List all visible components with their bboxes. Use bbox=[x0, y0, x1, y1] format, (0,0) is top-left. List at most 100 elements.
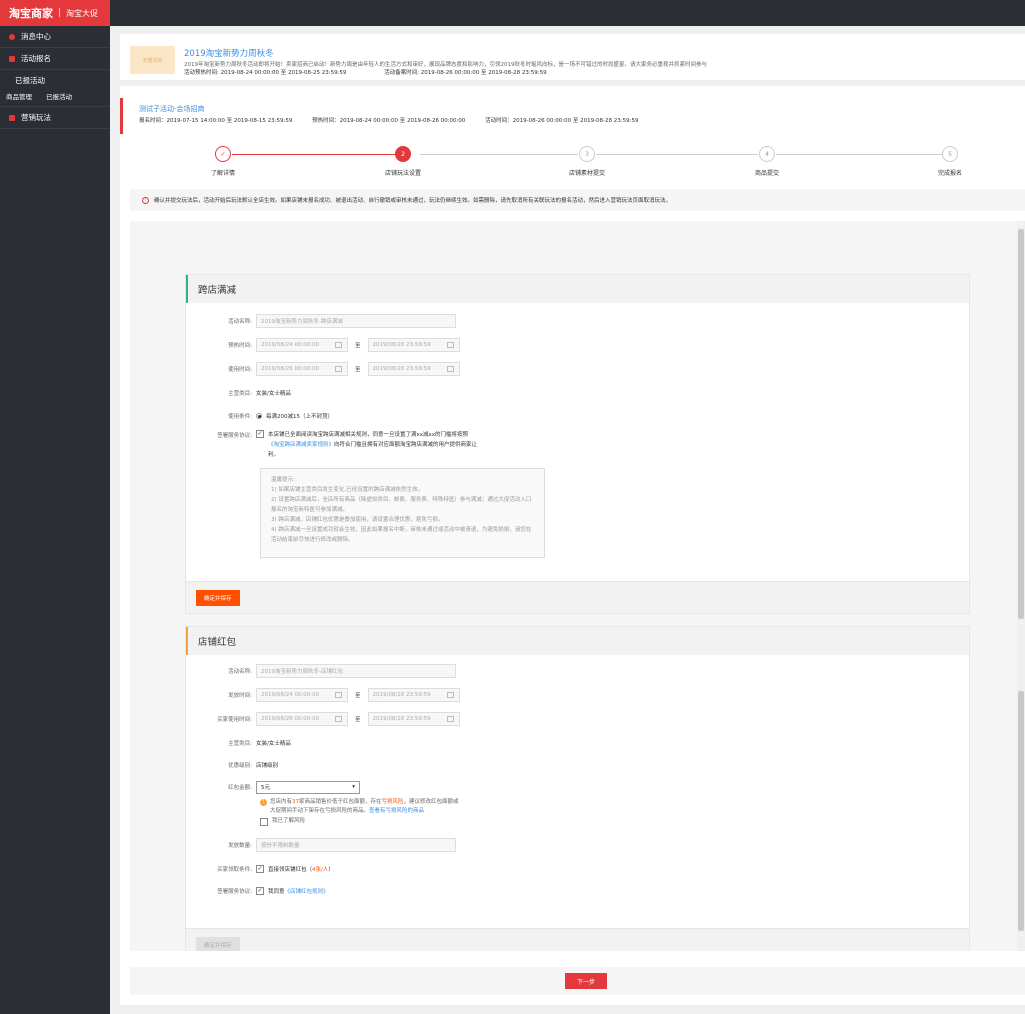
cross-name-row: 活动名称: 2019淘宝新势力周秋冬-跨店满减 bbox=[186, 313, 969, 329]
scroll-area[interactable]: 跨店满减 活动名称: 2019淘宝新势力周秋冬-跨店满减 预热时间: 2019/… bbox=[130, 221, 1025, 951]
sub-activity-title[interactable]: 测试子活动-会场招商 bbox=[139, 104, 205, 114]
rp-name-row: 活动名称: 2019淘宝新势力周秋冬-店铺红包 bbox=[186, 663, 969, 679]
sidebar: 淘宝商家 | 淘宝大促 消息中心 活动报名 已报活动 商品管理 已报活动 营销玩… bbox=[0, 0, 110, 1014]
warn-text-3: ，建议修改红包面额或 bbox=[403, 799, 459, 805]
use-start-date[interactable]: 2019/08/26 00:00:00 bbox=[256, 362, 348, 376]
view-risk-link[interactable]: 查看有亏损风险的商品 bbox=[369, 808, 424, 814]
save-button[interactable]: 确定并保存 bbox=[196, 937, 240, 951]
cross-category-row: 主营类目: 女装/女士精品 bbox=[186, 385, 969, 401]
brand-name: 淘宝商家 bbox=[9, 7, 53, 20]
step-4[interactable]: 4 商品提交 bbox=[727, 146, 807, 177]
calendar-icon bbox=[335, 716, 342, 722]
gift-icon bbox=[9, 114, 15, 121]
step-2[interactable]: 2 店铺玩法设置 bbox=[363, 146, 443, 177]
sub-activity-header: 测试子活动-会场招商 报名时间：2019-07-15 14:00:00 至 20… bbox=[120, 98, 1025, 134]
range-to: 至 bbox=[355, 367, 361, 373]
loss-warning: ! 您店内有37家商品销售价低于红包面额，存在亏损风险，建议修改红包面额或 大促期… bbox=[260, 798, 459, 826]
step-label: 店铺玩法设置 bbox=[384, 170, 421, 177]
agree-value: 我同意《店铺红包规则》 bbox=[268, 887, 329, 895]
card-footer: 确定并保存 bbox=[186, 928, 969, 951]
know-risk-checkbox[interactable]: ✓ bbox=[260, 817, 268, 826]
activity-banner: 天猫活动 2019淘宝新势力周秋冬 2019年淘宝新势力周秋冬活动即将开始！卖家… bbox=[120, 34, 1025, 86]
send-end-date[interactable]: 2019/08/28 23:59:59 bbox=[367, 688, 460, 702]
field-label: 主营类目: bbox=[228, 391, 252, 397]
signup-time: 报名时间：2019-07-15 14:00:00 至 2019-08-15 23… bbox=[139, 118, 293, 124]
preheat-end-date[interactable]: 2019/08/28 23:59:59 bbox=[367, 338, 460, 352]
step-5[interactable]: 5 完成报名 bbox=[910, 146, 990, 177]
sidebar-item-registered[interactable]: 已报活动 bbox=[9, 75, 110, 86]
date-value: 2019/08/26 00:00:00 bbox=[261, 366, 320, 372]
brand-logo[interactable]: 淘宝商家 | 淘宝大促 bbox=[0, 0, 110, 26]
step-label: 店铺素材提交 bbox=[568, 170, 605, 177]
tip-line: 3) 跨店满减，店铺红包优惠是叠加使用，请设置合理优惠，避免亏损。 bbox=[271, 517, 444, 523]
agree-text: 本店铺已全面阅读淘宝跨店满减相关规则，同意一旦设置了满xx减xx的门槛将按照《淘… bbox=[268, 430, 478, 460]
agree-checkbox[interactable]: ✓ bbox=[256, 430, 264, 438]
know-risk-row: ✓ 我已了解风险 bbox=[260, 817, 459, 826]
sidebar-item-marketing[interactable]: 营销玩法 bbox=[0, 107, 110, 129]
sub-activity-times: 报名时间：2019-07-15 14:00:00 至 2019-08-15 23… bbox=[139, 116, 656, 124]
scrollbar-thumb-lower[interactable] bbox=[1018, 691, 1024, 931]
field-label: 红包金额: bbox=[228, 785, 252, 791]
buyer-start-date[interactable]: 2019/08/26 00:00:00 bbox=[256, 712, 348, 726]
field-label: 活动名称: bbox=[228, 669, 252, 675]
sidebar-subitem-registered[interactable]: 已报活动 bbox=[46, 91, 72, 101]
step-label: 了解详情 bbox=[210, 170, 235, 177]
rp-name-input[interactable]: 2019淘宝新势力周秋冬-店铺红包 bbox=[256, 664, 456, 678]
warning-icon: ! bbox=[260, 799, 267, 806]
sidebar-item-signup[interactable]: 活动报名 bbox=[0, 48, 110, 70]
scrollbar[interactable] bbox=[1017, 221, 1025, 951]
sidebar-subitems: 商品管理 已报活动 bbox=[6, 91, 110, 101]
level-value: 店铺级别 bbox=[256, 763, 279, 769]
rp-cond-row: 买家领取条件: ✓ 直接领店铺红包（4张/人） bbox=[186, 861, 969, 877]
category-value: 女装/女士精品 bbox=[256, 741, 291, 747]
count-input[interactable]: 按份不限制数量 bbox=[256, 838, 456, 852]
warn-line-2: 大促期间手动下架存在亏损风险的商品。 bbox=[270, 808, 370, 814]
field-label: 发放数量: bbox=[228, 843, 252, 849]
condition-radio[interactable] bbox=[256, 413, 262, 419]
use-end-date[interactable]: 2019/08/28 23:59:59 bbox=[367, 362, 460, 376]
card-title: 跨店满减 bbox=[186, 275, 969, 303]
sidebar-subitem-goods[interactable]: 商品管理 bbox=[6, 91, 32, 101]
rp-agree-row: 签署服务协议: ✓ 我同意《店铺红包规则》 bbox=[186, 883, 969, 899]
date-value: 2019/08/24 00:00:00 bbox=[261, 342, 320, 348]
tip-line: 4) 跨店满减一旦设置成功就会生效，因此如果报名中断，审核未通过或活动中被清退，… bbox=[271, 527, 532, 543]
save-button[interactable]: 确定并保存 bbox=[196, 590, 240, 606]
calendar-icon bbox=[446, 342, 454, 348]
field-label: 发放时间: bbox=[228, 693, 252, 699]
step-3[interactable]: 3 店铺素材提交 bbox=[547, 146, 627, 177]
rule-link[interactable]: 《淘宝跨店满减卖家规则》 bbox=[268, 442, 334, 448]
progress-steps: ✓ 了解详情 2 店铺玩法设置 3 店铺素材提交 4 商品提交 5 完成报名 bbox=[120, 146, 1025, 182]
preheat-start-date[interactable]: 2019/08/24 00:00:00 bbox=[256, 338, 348, 352]
cross-name-input[interactable]: 2019淘宝新势力周秋冬-跨店满减 bbox=[256, 314, 456, 328]
field-label: 签署服务协议: bbox=[217, 889, 252, 895]
field-label: 优惠级别: bbox=[228, 763, 252, 769]
step-number: 5 bbox=[942, 146, 958, 162]
tip-line: 1) 如果店铺主营类目发生变化,已经设置的跨店满减依然生效。 bbox=[271, 487, 424, 493]
sidebar-item-label: 营销玩法 bbox=[21, 113, 51, 122]
tips-box: 温馨提示: 1) 如果店铺主营类目发生变化,已经设置的跨店满减依然生效。 2) … bbox=[260, 468, 545, 558]
next-button[interactable]: 下一步 bbox=[565, 973, 607, 989]
buyer-end-date[interactable]: 2019/08/28 23:59:59 bbox=[367, 712, 460, 726]
agree-checkbox[interactable]: ✓ bbox=[256, 887, 264, 895]
activity-title[interactable]: 2019淘宝新势力周秋冬 bbox=[184, 47, 274, 59]
warning-line-2: 大促期间手动下架存在亏损风险的商品。查看有亏损风险的商品 bbox=[260, 807, 459, 816]
step-1[interactable]: ✓ 了解详情 bbox=[183, 146, 263, 177]
send-start-date[interactable]: 2019/08/24 00:00:00 bbox=[256, 688, 348, 702]
sidebar-item-messages[interactable]: 消息中心 bbox=[0, 26, 110, 48]
warn-text-2: 家商品销售价低于红包面额，存在 bbox=[299, 799, 382, 805]
activity-time: 活动时间：2019-08-26 00:00:00 至 2019-08-28 23… bbox=[485, 118, 639, 124]
scrollbar-thumb[interactable] bbox=[1018, 229, 1024, 619]
field-label: 签署服务协议: bbox=[217, 433, 252, 439]
warn-text-1: 您店内有 bbox=[270, 799, 293, 805]
cond-checkbox[interactable]: ✓ bbox=[256, 865, 264, 873]
warn-count: 37 bbox=[292, 799, 300, 805]
tips-title: 温馨提示: bbox=[271, 477, 295, 483]
sidebar-group-registered: 已报活动 商品管理 已报活动 bbox=[0, 70, 110, 107]
rp-send-row: 发放时间: 2019/08/24 00:00:00 至 2019/08/28 2… bbox=[186, 687, 969, 703]
rp-level-row: 优惠级别: 店铺级别 bbox=[186, 757, 969, 773]
calendar-icon bbox=[335, 342, 342, 348]
amount-select[interactable]: 5元 ▾ bbox=[256, 780, 360, 794]
date-value: 2019/08/28 23:59:59 bbox=[372, 366, 431, 372]
rule-link[interactable]: 《店铺红包规则》 bbox=[285, 889, 329, 895]
card-title: 店铺红包 bbox=[186, 627, 969, 655]
